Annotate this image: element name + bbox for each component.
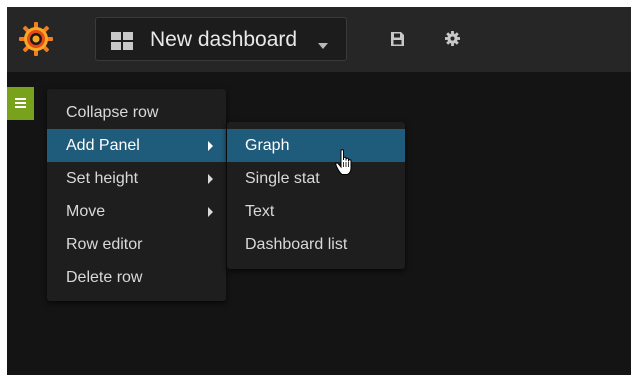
- menu-item-delete-row[interactable]: Delete row: [47, 261, 226, 294]
- menu-item-label: Dashboard list: [245, 236, 348, 253]
- hamburger-icon: [15, 98, 26, 100]
- menu-item-label: Collapse row: [66, 104, 159, 121]
- menu-item-dashboard-list[interactable]: Dashboard list: [227, 228, 405, 261]
- top-navbar: New dashboard: [7, 7, 631, 72]
- dashboard-title: New dashboard: [150, 28, 298, 51]
- menu-item-label: Set height: [66, 170, 139, 187]
- grafana-logo-icon[interactable]: [19, 22, 53, 56]
- caret-down-icon: [318, 43, 328, 49]
- menu-item-label: Row editor: [66, 236, 143, 253]
- save-icon[interactable]: [391, 32, 404, 46]
- row-menu-toggle-button[interactable]: [7, 87, 34, 120]
- menu-item-single-stat[interactable]: Single stat: [227, 162, 405, 195]
- menu-item-label: Text: [245, 203, 275, 220]
- menu-item-label: Delete row: [66, 269, 143, 286]
- menu-item-label: Add Panel: [66, 137, 140, 154]
- dashboard-picker-button[interactable]: New dashboard: [95, 17, 347, 61]
- chevron-right-icon: [208, 207, 213, 217]
- menu-item-add-panel[interactable]: Add Panel: [47, 129, 226, 162]
- menu-item-label: Move: [66, 203, 106, 220]
- chevron-right-icon: [208, 174, 213, 184]
- menu-item-move[interactable]: Move: [47, 195, 226, 228]
- menu-item-graph[interactable]: Graph: [227, 129, 405, 162]
- menu-item-collapse-row[interactable]: Collapse row: [47, 96, 226, 129]
- hamburger-icon: [15, 102, 26, 104]
- chevron-right-icon: [208, 141, 213, 151]
- menu-item-text[interactable]: Text: [227, 195, 405, 228]
- menu-item-label: Single stat: [245, 170, 320, 187]
- add-panel-submenu: Graph Single stat Text Dashboard list: [227, 122, 405, 269]
- grid-icon: [111, 32, 133, 50]
- menu-item-set-height[interactable]: Set height: [47, 162, 226, 195]
- menu-item-label: Graph: [245, 137, 290, 154]
- hamburger-icon: [15, 106, 26, 108]
- gear-icon[interactable]: [445, 31, 460, 46]
- row-context-menu: Collapse row Add Panel Set height Move R…: [47, 89, 226, 301]
- dashboard-app: New dashboard Collapse row Add Panel Set…: [7, 7, 631, 375]
- menu-item-row-editor[interactable]: Row editor: [47, 228, 226, 261]
